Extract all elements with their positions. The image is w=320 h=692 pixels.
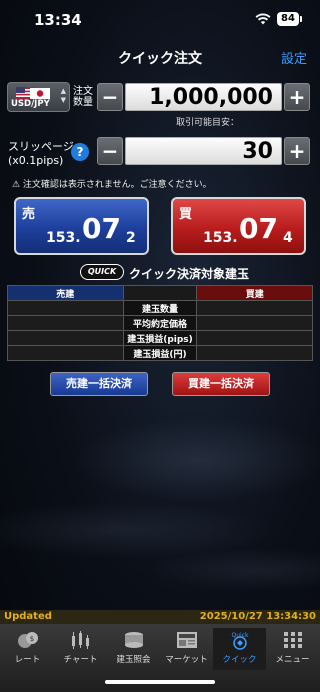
battery-icon: 84 [277, 12, 299, 26]
background-swirl [0, 380, 320, 610]
settle-all-sell-button[interactable]: 売建一括決済 [50, 372, 148, 396]
tab-menu[interactable]: メニュー [266, 628, 319, 670]
slippage-label-line1: スリッページ [8, 140, 74, 153]
slippage-input[interactable]: 30 [125, 137, 282, 165]
buy-price-button[interactable]: 買 153. 07 4 [171, 197, 306, 255]
confirmation-warning: ⚠ 注文確認は表示されません。ご注意ください。 [12, 180, 212, 190]
sell-price-pips: 07 [82, 212, 121, 245]
battery-tip [300, 16, 302, 22]
sell-cell [7, 300, 124, 316]
currency-pair-label: USD/JPY [11, 99, 50, 109]
quantity-label-line1: 注文 [73, 86, 93, 97]
currency-pair-selector[interactable]: USD/JPY ▲ ▼ [7, 82, 70, 112]
quick-positions-title: クイック決済対象建玉 [129, 267, 250, 281]
slippage-label-line2: (x0.1pips) [8, 154, 64, 167]
quantity-label-line2: 数量 [73, 97, 93, 108]
available-amount-label: 取引可能目安： [176, 118, 240, 128]
table-row: 建玉損益(pips) [7, 330, 313, 346]
label-column-header [122, 285, 198, 301]
quantity-minus-button[interactable]: − [97, 83, 123, 111]
tab-quick[interactable]: Quick クイック [213, 628, 266, 670]
sell-label: 売 [22, 207, 36, 222]
status-time: 13:34 [34, 11, 82, 29]
table-row: 建玉数量 [7, 300, 313, 316]
tab-positions-label: 建玉照会 [116, 655, 151, 665]
row-label: 建玉損益(円) [122, 345, 198, 361]
up-down-arrow-icon: ▲ ▼ [60, 87, 66, 104]
sell-price-fraction: 2 [126, 230, 136, 246]
buy-price-pips: 07 [239, 212, 278, 245]
quantity-input[interactable]: 1,000,000 [125, 83, 282, 111]
tab-positions[interactable]: 建玉照会 [107, 628, 160, 670]
nav-header: クイック注文 設定 [0, 40, 320, 72]
news-icon [176, 632, 197, 648]
quick-logo: QUICK [80, 264, 124, 280]
positions-table: 売建 買建 建玉数量 平均約定価格 建玉損益(pips) 建玉損益(円) [7, 285, 313, 361]
help-icon[interactable]: ? [71, 143, 89, 161]
sell-price-button[interactable]: 売 153. 07 2 [14, 197, 149, 255]
table-row: 平均約定価格 [7, 315, 313, 331]
sell-cell [7, 315, 124, 331]
tab-rate-label: レート [14, 655, 41, 665]
buy-price-integer: 153. [203, 230, 238, 246]
row-label: 平均約定価格 [122, 315, 198, 331]
chart-icon [71, 631, 89, 649]
slippage-minus-button[interactable]: − [97, 137, 123, 165]
tab-menu-label: メニュー [275, 655, 310, 665]
quantity-plus-button[interactable]: + [284, 83, 310, 111]
buy-price-fraction: 4 [283, 230, 293, 246]
tab-quick-label: クイック [222, 655, 257, 665]
row-label: 建玉損益(pips) [122, 330, 198, 346]
table-header-row: 売建 買建 [7, 285, 313, 301]
svg-text:Quick: Quick [231, 632, 248, 639]
sell-price-integer: 153. [46, 230, 81, 246]
tab-chart[interactable]: チャート [54, 628, 107, 670]
buy-cell [196, 330, 313, 346]
buy-label: 買 [179, 207, 193, 222]
update-status-bar: Updated 2025/10/27 13:34:30 [0, 610, 320, 624]
wifi-icon [255, 13, 271, 25]
status-bar: 13:34 84 [0, 0, 320, 40]
updated-timestamp: 2025/10/27 13:34:30 [199, 611, 316, 622]
us-jp-flag-icon [16, 87, 50, 99]
buy-cell [196, 300, 313, 316]
home-indicator[interactable] [105, 680, 215, 684]
slippage-label: スリッページ (x0.1pips) [8, 140, 74, 168]
rate-icon: $ [17, 632, 38, 648]
row-label: 建玉数量 [122, 300, 198, 316]
tab-chart-label: チャート [63, 655, 98, 665]
tab-rate[interactable]: $ レート [1, 628, 54, 670]
page-title: クイック注文 [118, 51, 202, 67]
slippage-plus-button[interactable]: + [284, 137, 310, 165]
quantity-label: 注文 数量 [73, 86, 93, 108]
svg-text:$: $ [29, 635, 33, 643]
buy-cell [196, 315, 313, 331]
sell-column-header: 売建 [7, 285, 124, 301]
buy-column-header: 買建 [196, 285, 313, 301]
menu-icon [283, 632, 302, 648]
table-row: 建玉損益(円) [7, 345, 313, 361]
updated-label: Updated [4, 611, 52, 622]
buy-cell [196, 345, 313, 361]
settle-all-buy-button[interactable]: 買建一括決済 [172, 372, 270, 396]
tab-market-label: マーケット [165, 655, 208, 665]
position-icon [124, 632, 143, 648]
tab-market[interactable]: マーケット [160, 628, 213, 670]
sell-cell [7, 345, 124, 361]
quick-icon: Quick [231, 632, 249, 650]
settings-link[interactable]: 設定 [281, 48, 307, 67]
sell-cell [7, 330, 124, 346]
